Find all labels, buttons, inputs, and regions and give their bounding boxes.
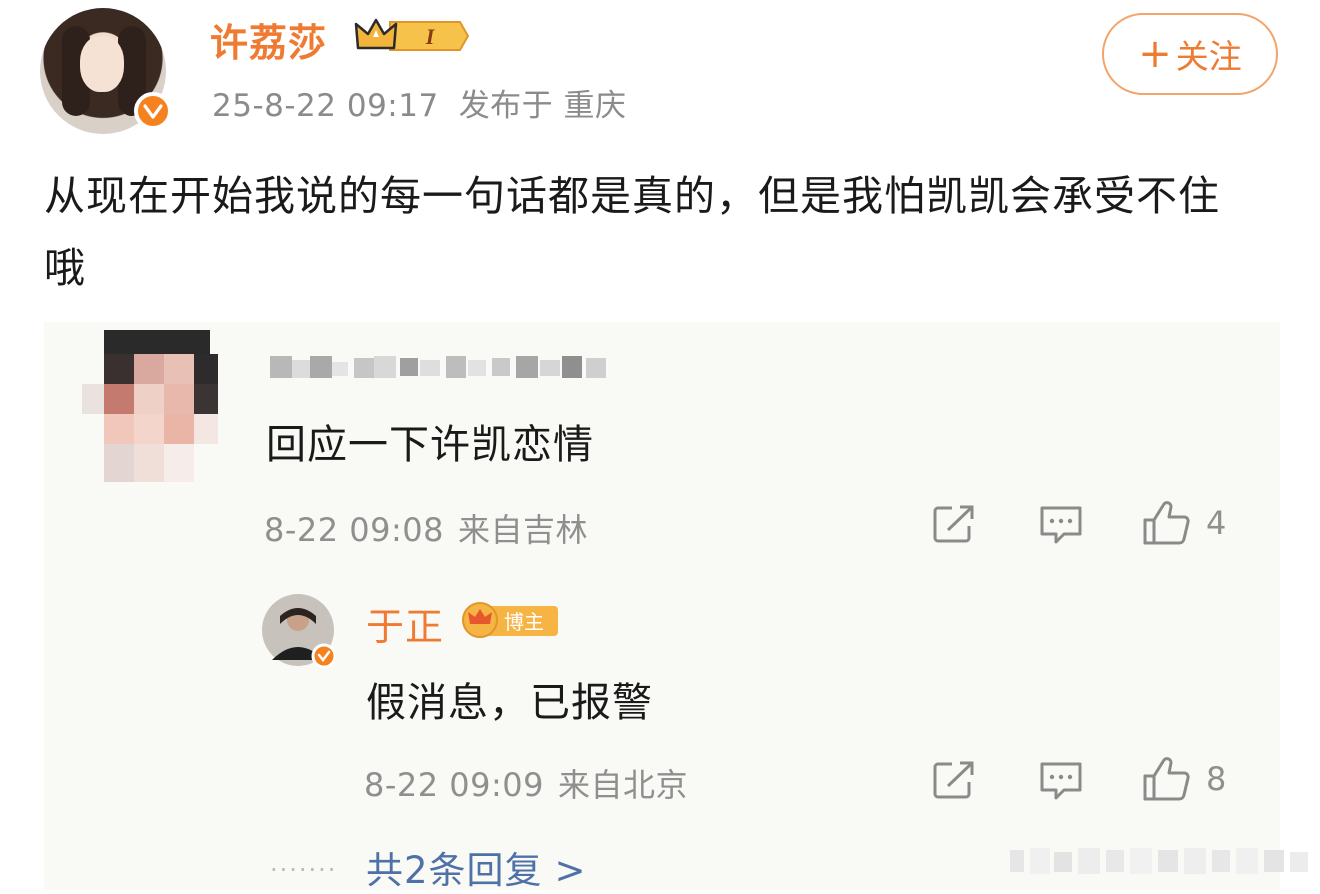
commenter-name-pixelated[interactable] — [270, 352, 630, 382]
more-replies-dots: ······· — [270, 856, 338, 884]
chevron-right-icon: > — [554, 849, 587, 892]
comment-share-button[interactable] — [932, 504, 976, 544]
reply-text: 假消息，已报警 — [366, 680, 653, 726]
avatar-face — [80, 36, 124, 92]
verified-icon — [311, 643, 337, 669]
reply-like-button[interactable]: 8 — [1142, 756, 1226, 802]
thumbs-up-icon — [1143, 501, 1190, 545]
thumbs-up-icon — [1143, 757, 1190, 801]
level-badge: I — [352, 14, 472, 58]
blogger-badge-text: 博主 — [504, 610, 544, 634]
crown-icon: I — [354, 18, 470, 51]
share-icon — [933, 761, 974, 799]
follow-label: 关注 — [1175, 37, 1242, 76]
reply-author-avatar[interactable] — [262, 594, 338, 670]
comment-icon — [1040, 506, 1082, 544]
reply-meta: 8-22 09:09 来自北京 — [364, 760, 688, 806]
post-timestamp: 25-8-22 09:17 — [212, 88, 439, 124]
reply-time: 8-22 09:09 — [364, 766, 545, 804]
reply-share-button[interactable] — [932, 760, 976, 800]
comment-reply-button[interactable] — [1038, 504, 1084, 546]
verified-icon — [134, 92, 172, 130]
poster-avatar[interactable] — [40, 8, 172, 134]
reply-author-name[interactable]: 于正 — [366, 596, 444, 651]
comment-text: 回应一下许凯恋情 — [266, 422, 594, 468]
comment-icon — [1040, 762, 1082, 800]
commenter-avatar-pixelated[interactable] — [82, 330, 232, 482]
pixelated-watermark — [1010, 846, 1310, 876]
comment-like-button[interactable]: 4 — [1142, 500, 1226, 546]
level-badge-text: I — [425, 24, 436, 49]
post-body: 从现在开始我说的每一句话都是真的，但是我怕凯凯会承受不住哦 — [44, 172, 1220, 292]
post-meta: 25-8-22 09:17 发布于 重庆 — [212, 80, 627, 125]
follow-button[interactable]: + 关注 — [1102, 13, 1278, 95]
comment-time: 8-22 09:08 — [264, 511, 445, 549]
blogger-badge: 博主 — [460, 600, 560, 640]
more-replies-label: 共2条回复 — [366, 849, 543, 892]
share-icon — [933, 505, 974, 543]
post-location: 发布于 重庆 — [458, 88, 627, 124]
more-replies-link[interactable]: 共2条回复 > — [366, 840, 587, 894]
plus-icon: + — [1138, 31, 1172, 77]
comment-meta: 8-22 09:08 来自吉林 — [264, 505, 588, 551]
comment-like-count: 4 — [1206, 504, 1227, 542]
reply-comment-button[interactable] — [1038, 760, 1084, 802]
comment-location: 来自吉林 — [458, 511, 589, 549]
reply-like-count: 8 — [1206, 760, 1227, 798]
poster-name[interactable]: 许荔莎 — [210, 12, 327, 67]
reply-location: 来自北京 — [558, 766, 689, 804]
